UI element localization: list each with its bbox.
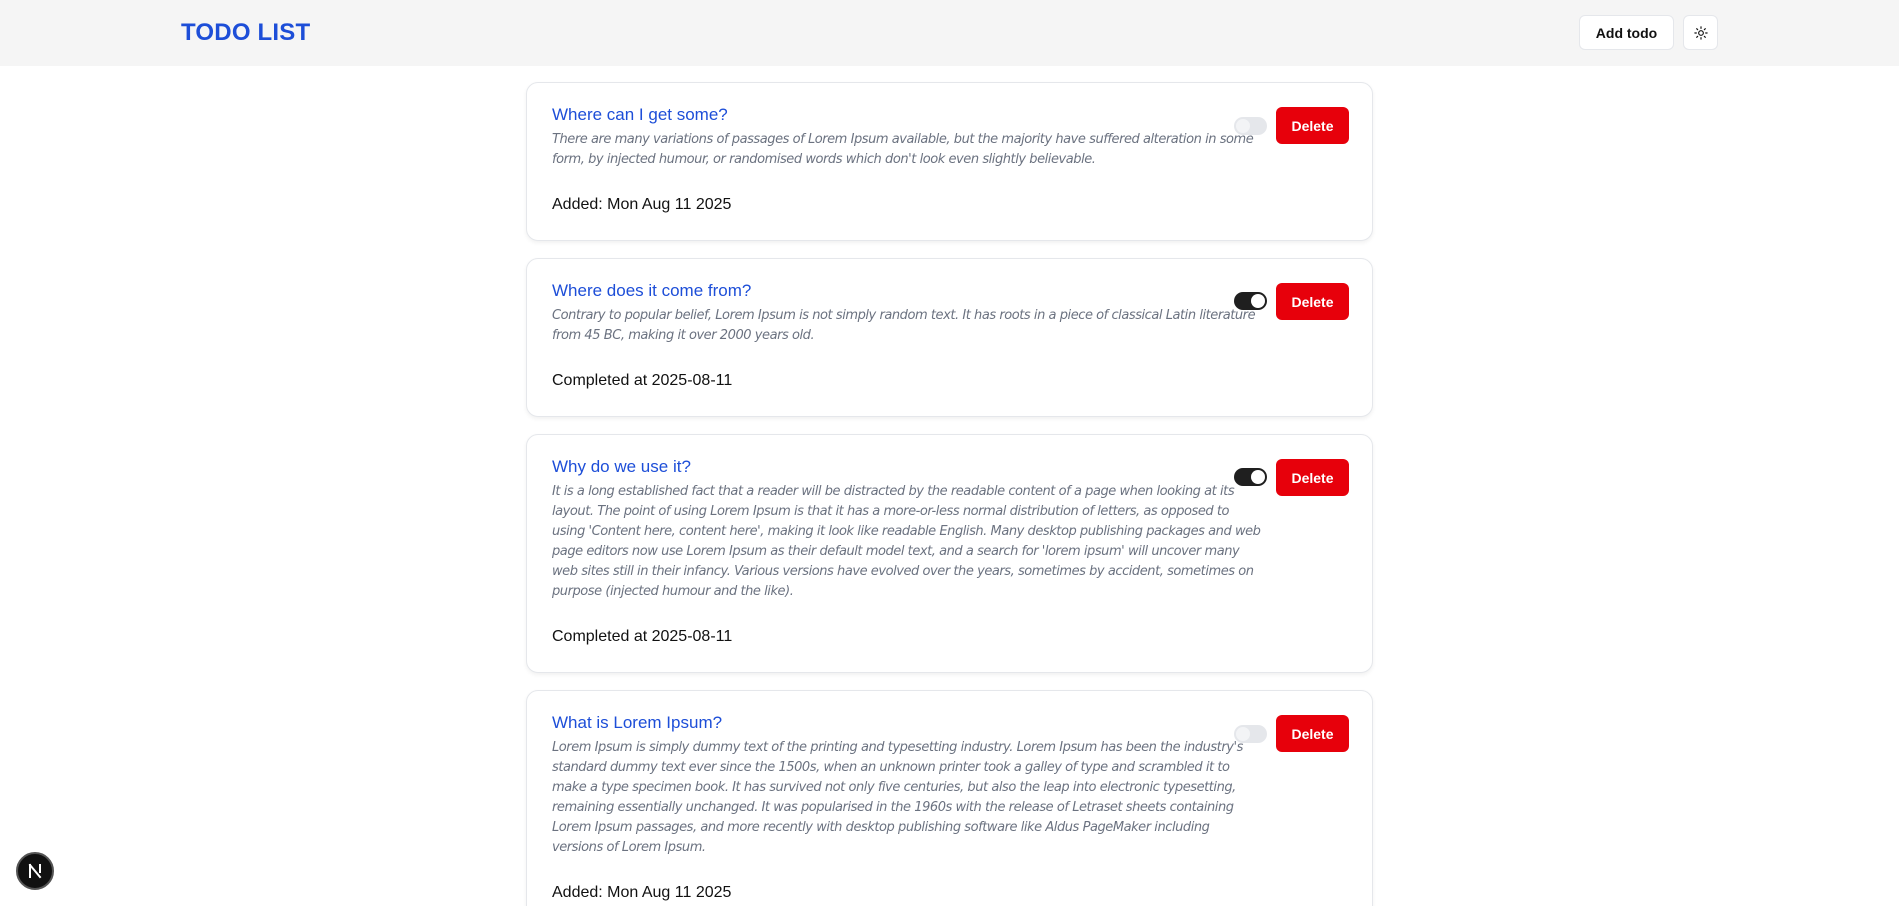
toggle-knob: [1251, 294, 1265, 308]
todo-added-date: Added: Mon Aug 11 2025: [552, 196, 732, 213]
todo-title: Why do we use it?: [552, 457, 691, 476]
todo-added-date: Added: Mon Aug 11 2025: [552, 884, 732, 901]
delete-button[interactable]: Delete: [1276, 107, 1349, 144]
todo-title: Where can I get some?: [552, 105, 728, 124]
sun-icon: [1693, 25, 1708, 40]
app-title: TODO LIST: [181, 19, 311, 46]
todo-completed-date: Completed at 2025-08-11: [552, 372, 733, 389]
toggle-knob: [1251, 470, 1265, 484]
delete-button[interactable]: Delete: [1276, 283, 1349, 320]
top-bar: TODO LIST Add todo: [0, 0, 1899, 66]
todo-title: What is Lorem Ipsum?: [552, 713, 723, 732]
delete-button[interactable]: Delete: [1276, 459, 1349, 496]
todo-description: Contrary to popular belief, Lorem Ipsum …: [552, 308, 1256, 343]
todo-completed-date: Completed at 2025-08-11: [552, 628, 733, 645]
todo-description: There are many variations of passages of…: [552, 132, 1254, 167]
todo-card: What is Lorem Ipsum? Lorem Ipsum is simp…: [526, 690, 1373, 906]
todo-card: Where can I get some? There are many var…: [526, 82, 1373, 241]
complete-toggle[interactable]: [1234, 468, 1267, 486]
nextjs-dev-badge[interactable]: [16, 852, 54, 890]
complete-toggle[interactable]: [1234, 725, 1267, 743]
todo-card: Why do we use it? It is a long establish…: [526, 434, 1373, 673]
toggle-knob: [1236, 727, 1250, 741]
complete-toggle[interactable]: [1234, 117, 1267, 135]
theme-toggle-button[interactable]: [1683, 15, 1718, 50]
todo-description: It is a long established fact that a rea…: [552, 484, 1261, 599]
todo-card: Where does it come from? Contrary to pop…: [526, 258, 1373, 417]
todo-title: Where does it come from?: [552, 281, 752, 300]
nextjs-logo-icon: [28, 863, 42, 879]
complete-toggle[interactable]: [1234, 292, 1267, 310]
add-todo-button[interactable]: Add todo: [1579, 15, 1674, 50]
todo-description: Lorem Ipsum is simply dummy text of the …: [552, 740, 1243, 855]
delete-button[interactable]: Delete: [1276, 715, 1349, 752]
toggle-knob: [1236, 119, 1250, 133]
